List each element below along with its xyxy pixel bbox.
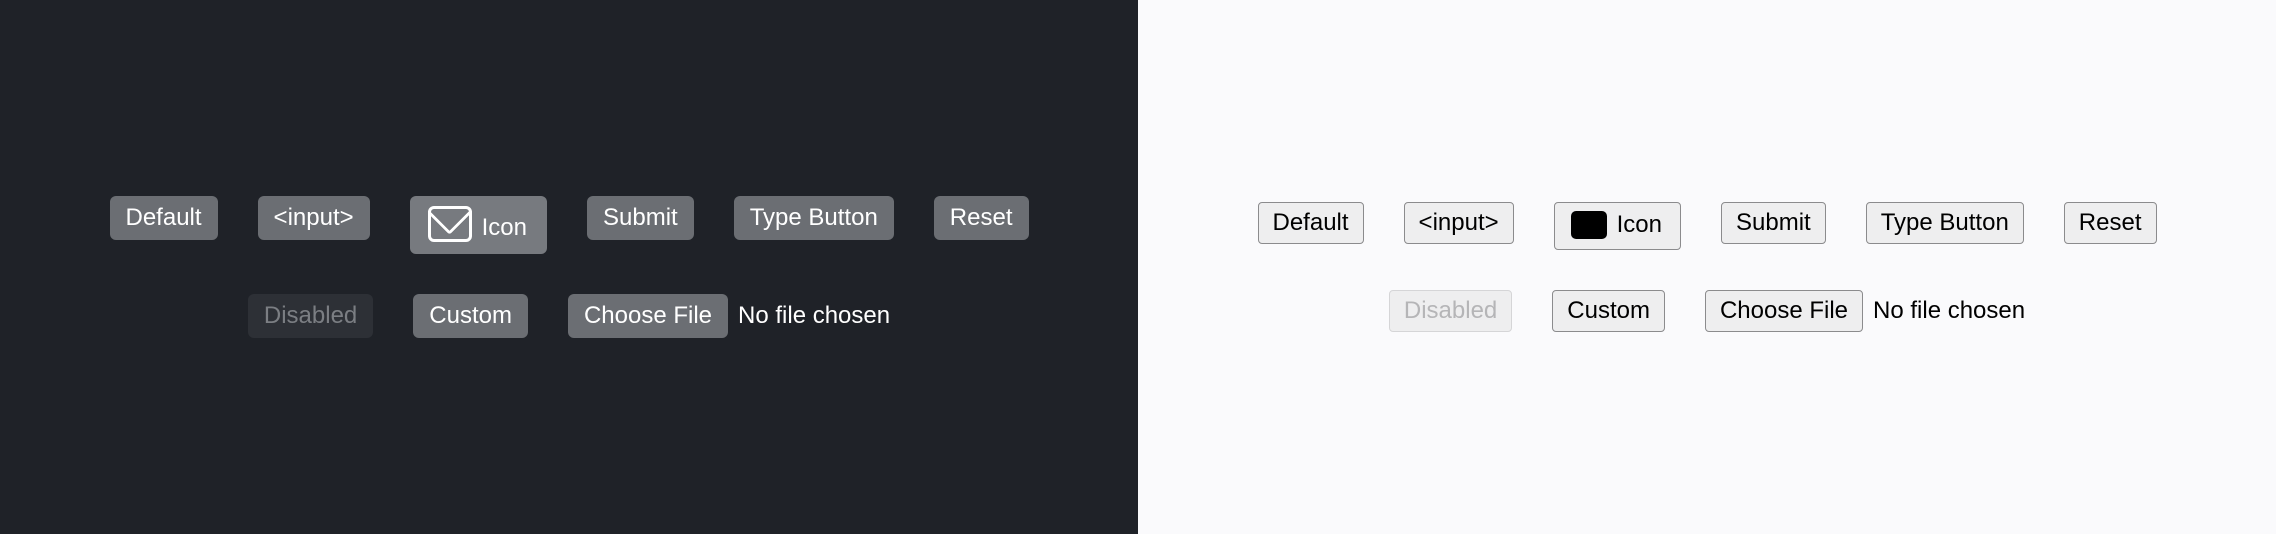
icon-button-label: Icon xyxy=(1617,211,1662,239)
disabled-button: Disabled xyxy=(248,294,373,338)
custom-button[interactable]: Custom xyxy=(1552,290,1665,332)
input-button[interactable]: <input> xyxy=(258,196,370,240)
dark-row-2: Disabled Custom Choose File No file chos… xyxy=(248,294,890,338)
submit-button[interactable]: Submit xyxy=(587,196,694,240)
file-status-label: No file chosen xyxy=(738,302,890,330)
light-panel: Default <input> Icon Submit Type Button … xyxy=(1138,0,2276,534)
submit-button[interactable]: Submit xyxy=(1721,202,1826,244)
input-button[interactable]: <input> xyxy=(1404,202,1514,244)
placeholder-icon xyxy=(1571,211,1607,239)
type-button[interactable]: Type Button xyxy=(1866,202,2024,244)
reset-button[interactable]: Reset xyxy=(934,196,1029,240)
default-button[interactable]: Default xyxy=(1258,202,1364,244)
reset-button[interactable]: Reset xyxy=(2064,202,2157,244)
icon-button[interactable]: Icon xyxy=(1554,202,1681,250)
default-button[interactable]: Default xyxy=(110,196,218,240)
icon-button[interactable]: Icon xyxy=(410,196,547,254)
choose-file-button[interactable]: Choose File xyxy=(1705,290,1863,332)
file-status-label: No file chosen xyxy=(1873,297,2025,325)
light-row-1: Default <input> Icon Submit Type Button … xyxy=(1258,202,2157,250)
choose-file-button[interactable]: Choose File xyxy=(568,294,728,338)
disabled-button: Disabled xyxy=(1389,290,1512,332)
type-button[interactable]: Type Button xyxy=(734,196,894,240)
file-input-group: Choose File No file chosen xyxy=(1705,290,2025,332)
file-input-group: Choose File No file chosen xyxy=(568,294,890,338)
envelope-icon xyxy=(428,206,472,242)
dark-row-1: Default <input> Icon Submit Type Button … xyxy=(110,196,1029,254)
dark-panel: Default <input> Icon Submit Type Button … xyxy=(0,0,1138,534)
custom-button[interactable]: Custom xyxy=(413,294,528,338)
icon-button-label: Icon xyxy=(482,214,527,242)
light-row-2: Disabled Custom Choose File No file chos… xyxy=(1389,290,2025,332)
